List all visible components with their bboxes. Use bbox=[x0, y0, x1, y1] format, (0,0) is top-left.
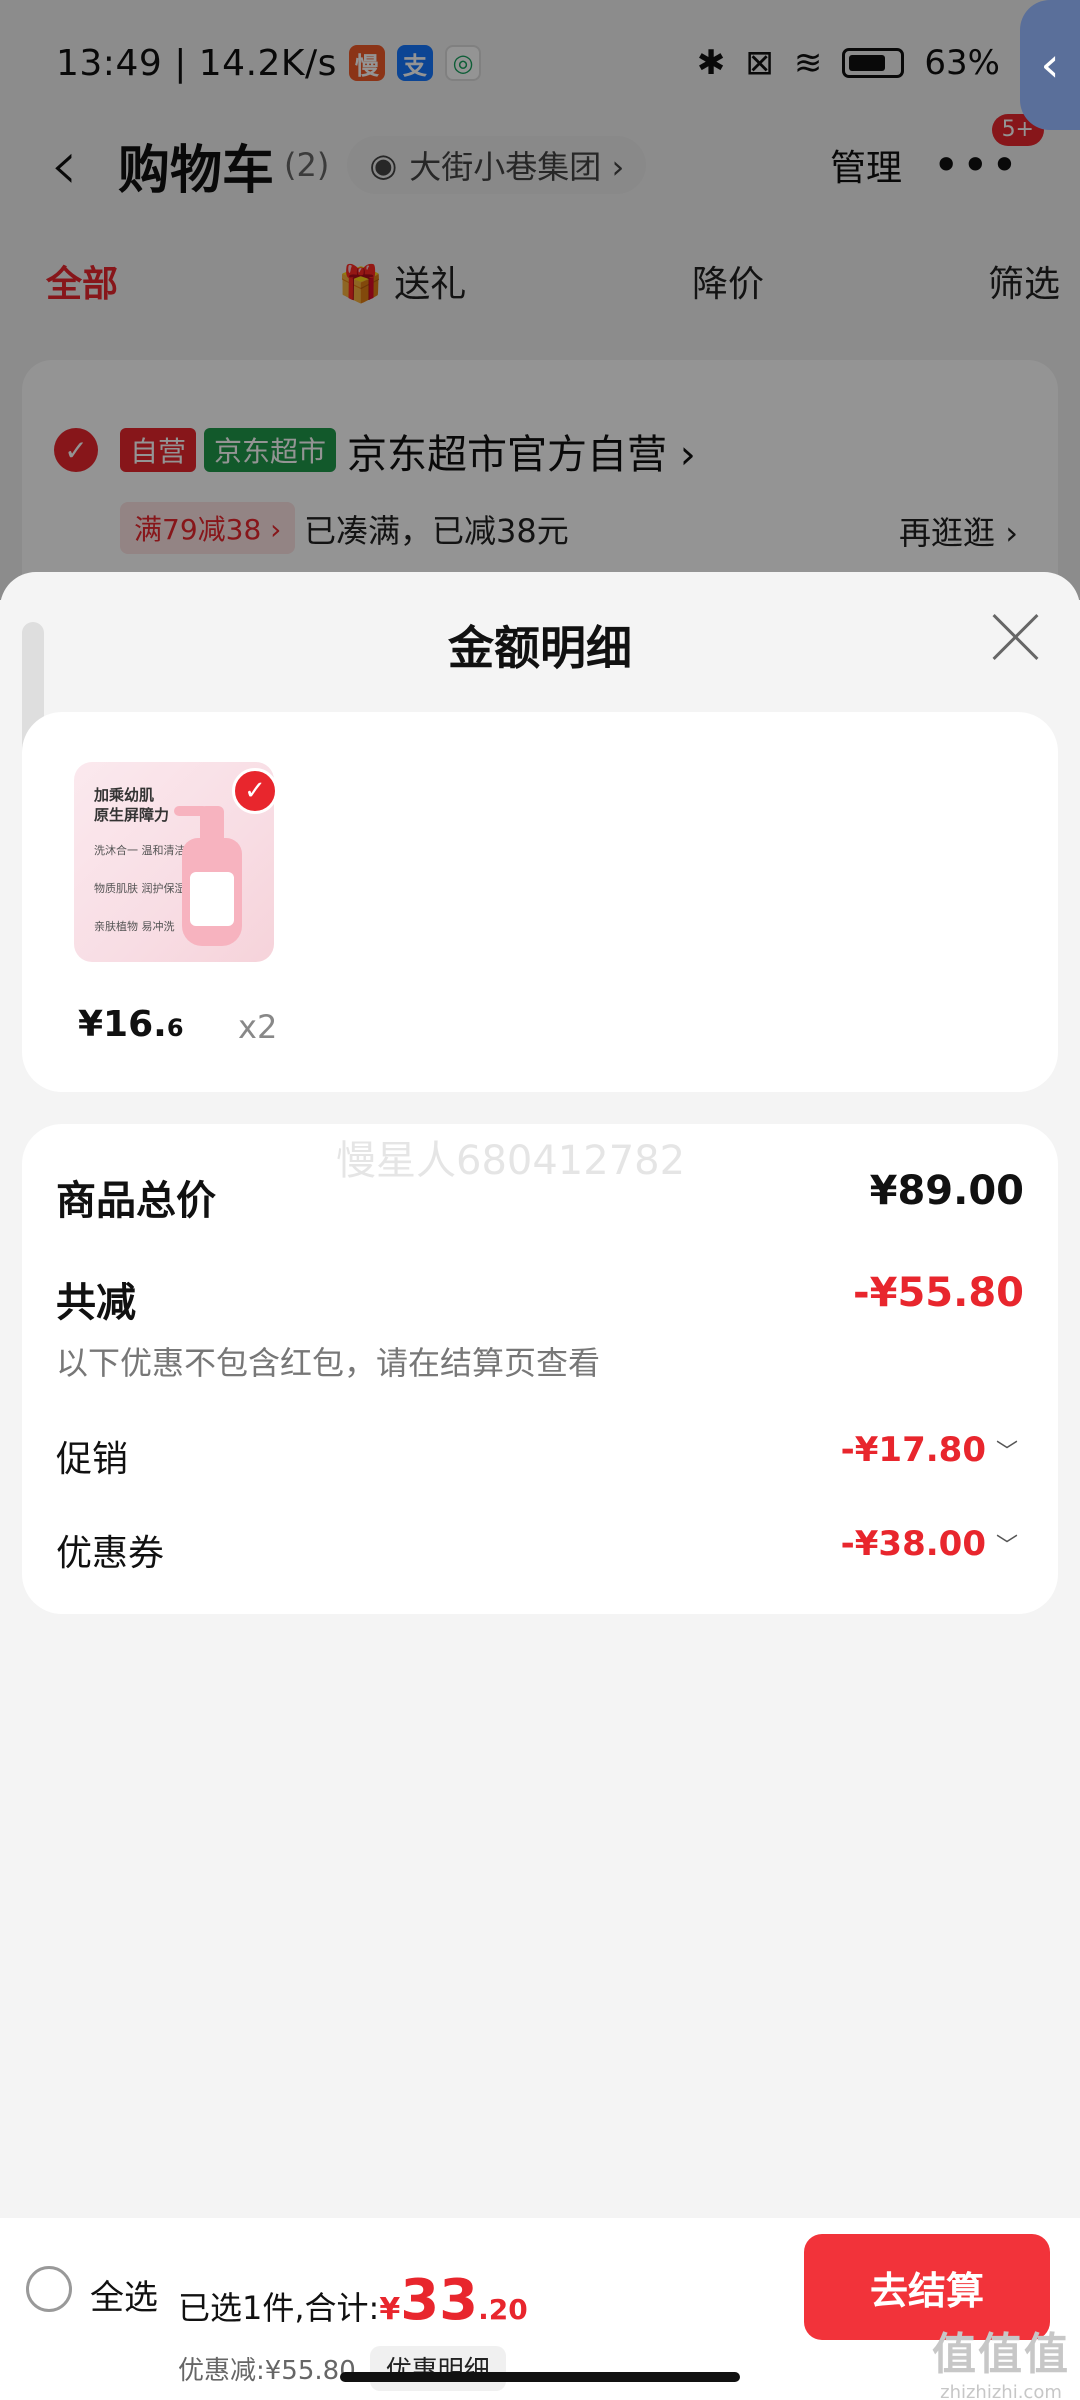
thumb-text-3: 洗沐合一 温和清洁 bbox=[94, 844, 186, 857]
item-check-icon[interactable]: ✓ bbox=[232, 768, 278, 814]
item-quantity: x2 bbox=[238, 1008, 278, 1046]
amount-detail-sheet: 金额明细 加乘幼肌 原生屏障力 洗沐合一 温和清洁 物质肌肤 润护保湿 亲肤植物… bbox=[0, 572, 1080, 2218]
sheet-title: 金额明细 bbox=[448, 621, 632, 675]
checkout-bar: 全选 已选1件,合计: ¥ 33 .20 优惠减:¥55.80 优惠明细 去结算… bbox=[0, 2218, 1080, 2400]
chevron-down-icon: ﹀ bbox=[995, 1534, 1018, 1559]
select-all-radio[interactable] bbox=[26, 2266, 72, 2312]
close-icon[interactable] bbox=[990, 612, 1040, 662]
discount-detail-button[interactable]: 优惠明细 bbox=[369, 2346, 506, 2391]
thumb-text-1: 加乘幼肌 bbox=[94, 786, 155, 804]
total-decimal: .20 bbox=[478, 2293, 528, 2326]
discount-text: 优惠减:¥55.80 bbox=[178, 2356, 356, 2386]
item-price-decimal: 6 bbox=[166, 1014, 184, 1042]
item-price-main: ¥16. bbox=[78, 1004, 167, 1045]
bottle-pump bbox=[200, 806, 224, 840]
selected-summary: 已选1件,合计: ¥ 33 .20 bbox=[178, 2268, 528, 2333]
coupon-value: -¥38.00 bbox=[840, 1524, 986, 1564]
goods-card: 加乘幼肌 原生屏障力 洗沐合一 温和清洁 物质肌肤 润护保湿 亲肤植物 易冲洗 … bbox=[22, 712, 1058, 1092]
coupon-label: 优惠券 bbox=[56, 1533, 165, 1574]
reduction-note: 以下优惠不包含红包，请在结算页查看 bbox=[56, 1344, 601, 1382]
item-price: ¥16.6 bbox=[78, 1004, 184, 1045]
discount-line: 优惠减:¥55.80 优惠明细 bbox=[178, 2346, 506, 2391]
price-summary-card: 商品总价 ¥89.00 共减 -¥55.80 以下优惠不包含红包，请在结算页查看… bbox=[22, 1124, 1058, 1614]
chevron-left-icon: ‹ bbox=[1040, 37, 1060, 93]
total-price-value: ¥89.00 bbox=[869, 1168, 1024, 1214]
site-watermark-logo: 值值值 zhizhizhi.com bbox=[932, 2318, 1070, 2400]
side-handle[interactable]: ‹ bbox=[1020, 0, 1080, 130]
total-reduction-value: -¥55.80 bbox=[853, 1270, 1024, 1316]
promotion-row[interactable]: -¥17.80 ﹀ bbox=[841, 1430, 1018, 1470]
modal-overlay[interactable] bbox=[0, 0, 1080, 600]
total-price-label: 商品总价 bbox=[56, 1178, 216, 1224]
bottle-label bbox=[190, 872, 234, 926]
promotion-value: -¥17.80 bbox=[840, 1430, 986, 1470]
selected-text: 已选1件,合计: bbox=[178, 2289, 380, 2327]
site-logo-text: 值值值 bbox=[932, 2329, 1070, 2380]
total-reduction-label: 共减 bbox=[56, 1280, 136, 1326]
coupon-row[interactable]: -¥38.00 ﹀ bbox=[841, 1524, 1018, 1564]
chevron-down-icon: ﹀ bbox=[995, 1440, 1018, 1465]
promotion-label: 促销 bbox=[56, 1439, 129, 1480]
watermark: 慢星人680412782 bbox=[336, 1138, 686, 1184]
home-indicator[interactable] bbox=[340, 2372, 740, 2382]
total-integer: 33 bbox=[400, 2268, 479, 2333]
site-logo-url: zhizhizhi.com bbox=[940, 2382, 1062, 2400]
total-yen: ¥ bbox=[379, 2292, 401, 2327]
thumb-text-4: 物质肌肤 润护保湿 bbox=[94, 882, 186, 895]
select-all-label[interactable]: 全选 bbox=[90, 2270, 158, 2319]
thumb-text-5: 亲肤植物 易冲洗 bbox=[94, 920, 175, 933]
thumb-text-2: 原生屏障力 bbox=[94, 806, 170, 824]
cart-page-background: 13:49 | 14.2K/s 慢 支 ◎ ✱ ⊠ ≋ 63% ‹ 购物车 (2… bbox=[0, 0, 1080, 640]
